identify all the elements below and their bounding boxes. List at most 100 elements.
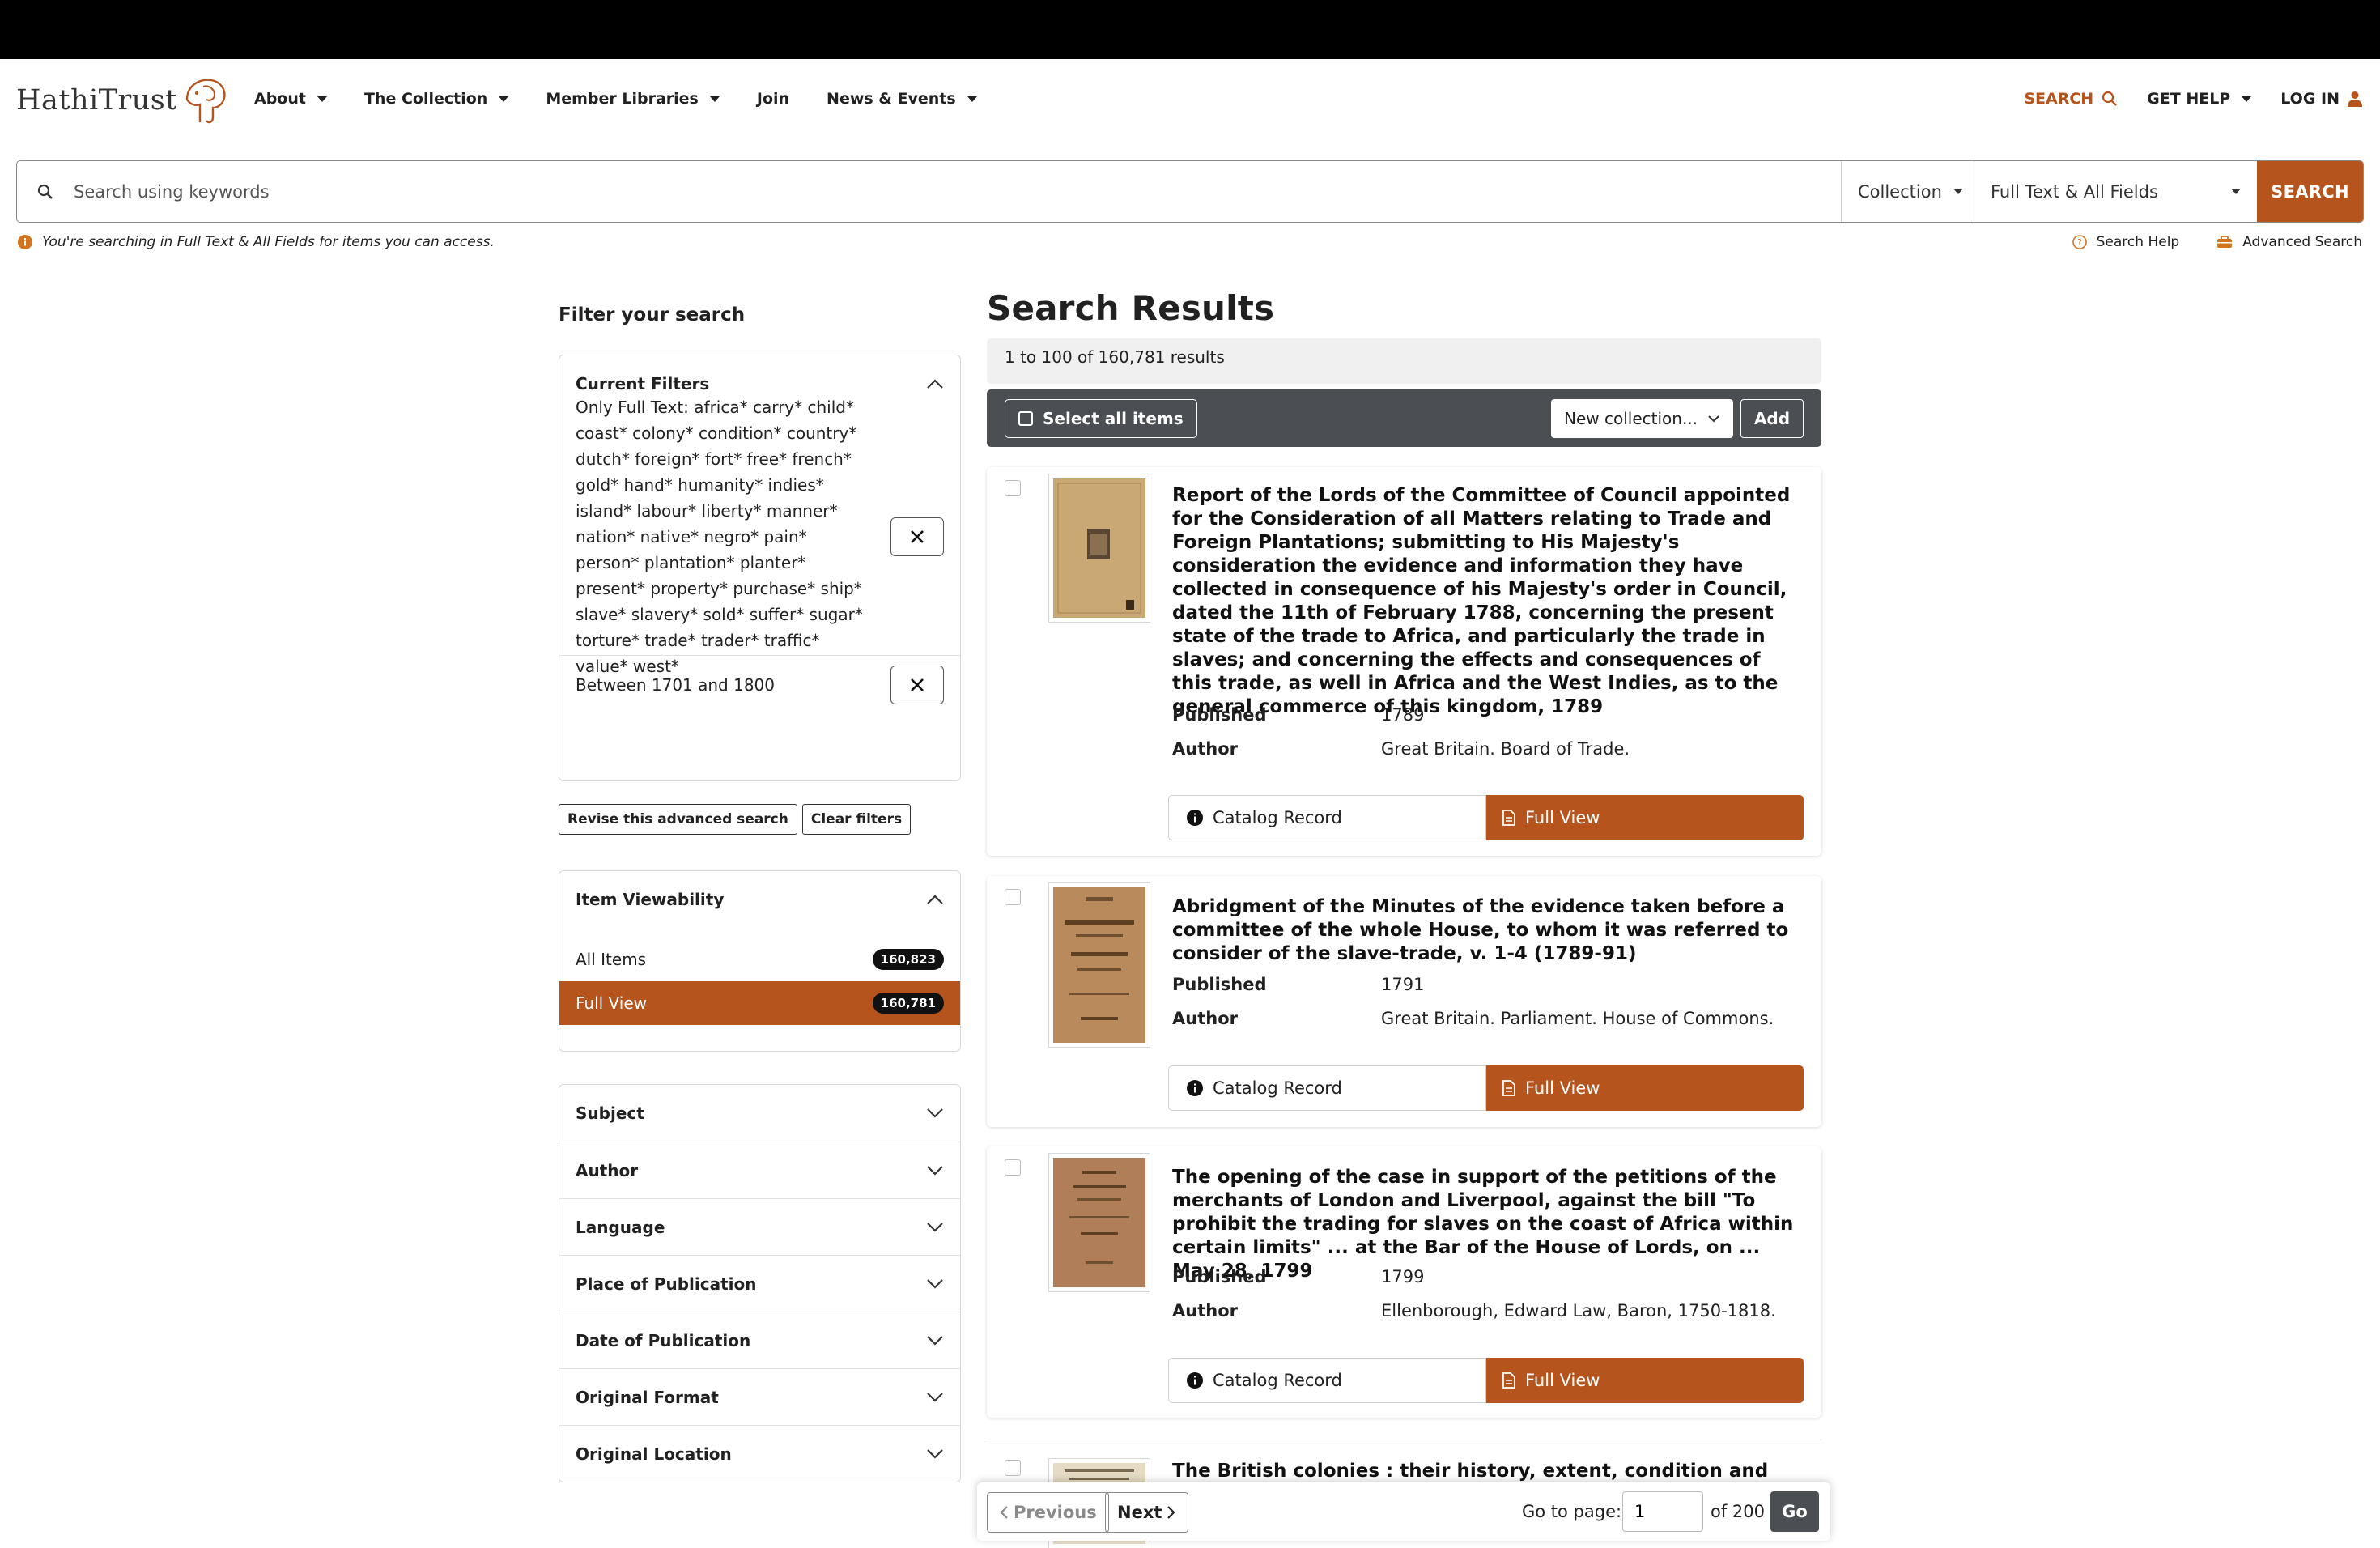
chevron-left-icon [1000,1506,1008,1519]
result-checkbox[interactable] [1005,1460,1021,1476]
result-checkbox[interactable] [1005,889,1021,905]
search-help-link[interactable]: ? Search Help [2072,234,2179,250]
fulltext-filter-text: Only Full Text: africa* carry* child* co… [576,398,863,676]
search-icon [2102,91,2118,106]
results-title: Search Results [987,288,1275,328]
item-viewability-toggle[interactable]: Item Viewability [559,871,960,928]
filter-actions: Revise this advanced search Clear filter… [559,804,916,835]
facet-subject[interactable]: Subject [559,1085,960,1142]
chevron-down-icon [927,1165,943,1176]
search-icon [17,161,74,222]
caret-down-icon [1953,189,1963,194]
caret-down-icon [967,96,977,102]
advanced-search-link[interactable]: Advanced Search [2216,234,2362,250]
viewability-all-items[interactable]: All Items 160,823 [559,938,960,981]
facet-place-of-publication[interactable]: Place of Publication [559,1255,960,1312]
info-icon [18,235,32,249]
collection-select[interactable]: New collection... [1551,399,1733,438]
results-action-bar: Select all items New collection... Add [987,389,1821,447]
browser-top-bar [0,0,2380,59]
collection-select[interactable]: Collection [1841,161,1974,222]
caret-down-icon [317,96,327,102]
result-published: Published 1791 [1172,975,1425,994]
facet-author[interactable]: Author [559,1142,960,1198]
result-author: Author Ellenborough, Edward Law, Baron, 1… [1172,1301,1776,1320]
revise-advanced-search-button[interactable]: Revise this advanced search [559,804,797,835]
remove-date-filter-button[interactable] [890,665,944,704]
viewability-full-view[interactable]: Full View 160,781 [559,981,960,1025]
chevron-up-icon [927,379,943,389]
nav-news-events[interactable]: News & Events [827,90,977,108]
pagination-bar: Previous Next Go to page: of 200 Go [977,1482,1830,1541]
result-checkbox[interactable] [1005,480,1021,496]
result-title-link[interactable]: The opening of the case in support of th… [1172,1166,1804,1283]
select-all-button[interactable]: Select all items [1005,399,1197,438]
results-count: 1 to 100 of 160,781 results [987,338,1821,384]
page-number-input[interactable] [1622,1491,1703,1532]
login-link[interactable]: LOG IN [2280,90,2362,108]
document-icon [1502,810,1515,826]
facet-original-location[interactable]: Original Location [559,1425,960,1482]
info-icon [1187,810,1203,826]
result-actions: Catalog Record Full View [1168,1065,1804,1111]
get-help-menu[interactable]: GET HELP [2147,90,2252,108]
facet-original-format[interactable]: Original Format [559,1368,960,1425]
next-page-button[interactable]: Next [1105,1492,1189,1533]
checkbox-icon [1018,411,1033,426]
header-search-link[interactable]: SEARCH [2024,90,2118,108]
facet-date-of-publication[interactable]: Date of Publication [559,1312,960,1368]
chevron-down-icon [927,1222,943,1232]
result-thumbnail[interactable] [1048,474,1150,623]
filter-title: Filter your search [559,304,746,325]
result-thumbnail[interactable] [1048,1153,1150,1292]
nav-member-libraries[interactable]: Member Libraries [546,90,720,108]
result-published: Published 1789 [1172,705,1425,725]
nav-join[interactable]: Join [757,90,789,108]
svg-text:?: ? [2077,237,2082,248]
chevron-down-icon [927,1335,943,1346]
result-checkbox[interactable] [1005,1159,1021,1176]
logo-text: HathiTrust [16,84,177,117]
previous-page-button[interactable]: Previous [987,1492,1109,1533]
full-view-button[interactable]: Full View [1486,1358,1804,1403]
question-circle-icon: ? [2072,235,2087,249]
utility-nav: SEARCH GET HELP LOG IN [1995,90,2362,108]
full-view-button[interactable]: Full View [1486,795,1804,840]
result-published: Published 1799 [1172,1267,1425,1286]
nav-about[interactable]: About [254,90,327,108]
close-icon [911,530,924,543]
site-header: HathiTrust About The Collection Member L… [0,59,2380,143]
clear-filters-button[interactable]: Clear filters [801,804,912,835]
result-item: Report of the Lords of the Committee of … [987,467,1821,856]
result-author: Author Great Britain. Board of Trade. [1172,739,1630,759]
search-input[interactable] [74,161,1841,222]
info-icon [1187,1372,1203,1389]
catalog-record-button[interactable]: Catalog Record [1168,1358,1486,1403]
remove-fulltext-filter-button[interactable] [890,517,944,556]
search-field-select[interactable]: Full Text & All Fields [1974,161,2257,222]
count-badge: 160,781 [872,993,944,1014]
document-icon [1502,1372,1515,1389]
search-submit-button[interactable]: SEARCH [2257,161,2363,222]
result-thumbnail[interactable] [1048,882,1150,1048]
go-button[interactable]: Go [1770,1491,1819,1532]
nav-the-collection[interactable]: The Collection [364,90,509,108]
current-filters-panel: Current Filters Only Full Text: africa* … [559,355,961,781]
hathitrust-logo[interactable]: HathiTrust [16,75,227,125]
result-title-link[interactable]: Abridgment of the Minutes of the evidenc… [1172,895,1804,966]
chevron-down-icon [927,1392,943,1402]
add-to-collection-button[interactable]: Add [1740,399,1804,438]
chevron-up-icon [927,895,943,904]
catalog-record-button[interactable]: Catalog Record [1168,1065,1486,1111]
catalog-record-button[interactable]: Catalog Record [1168,795,1486,840]
result-item: Abridgment of the Minutes of the evidenc… [987,876,1821,1127]
full-view-button[interactable]: Full View [1486,1065,1804,1111]
info-icon [1187,1080,1203,1096]
result-title-link[interactable]: Report of the Lords of the Committee of … [1172,484,1804,719]
facets-panel: Subject Author Language Place of Publica… [559,1084,961,1482]
facet-language[interactable]: Language [559,1198,960,1255]
search-bar: Collection Full Text & All Fields SEARCH [16,160,2364,223]
help-links: ? Search Help Advanced Search [2035,234,2362,250]
caret-down-icon [2231,189,2241,194]
chevron-down-icon [1708,415,1719,423]
